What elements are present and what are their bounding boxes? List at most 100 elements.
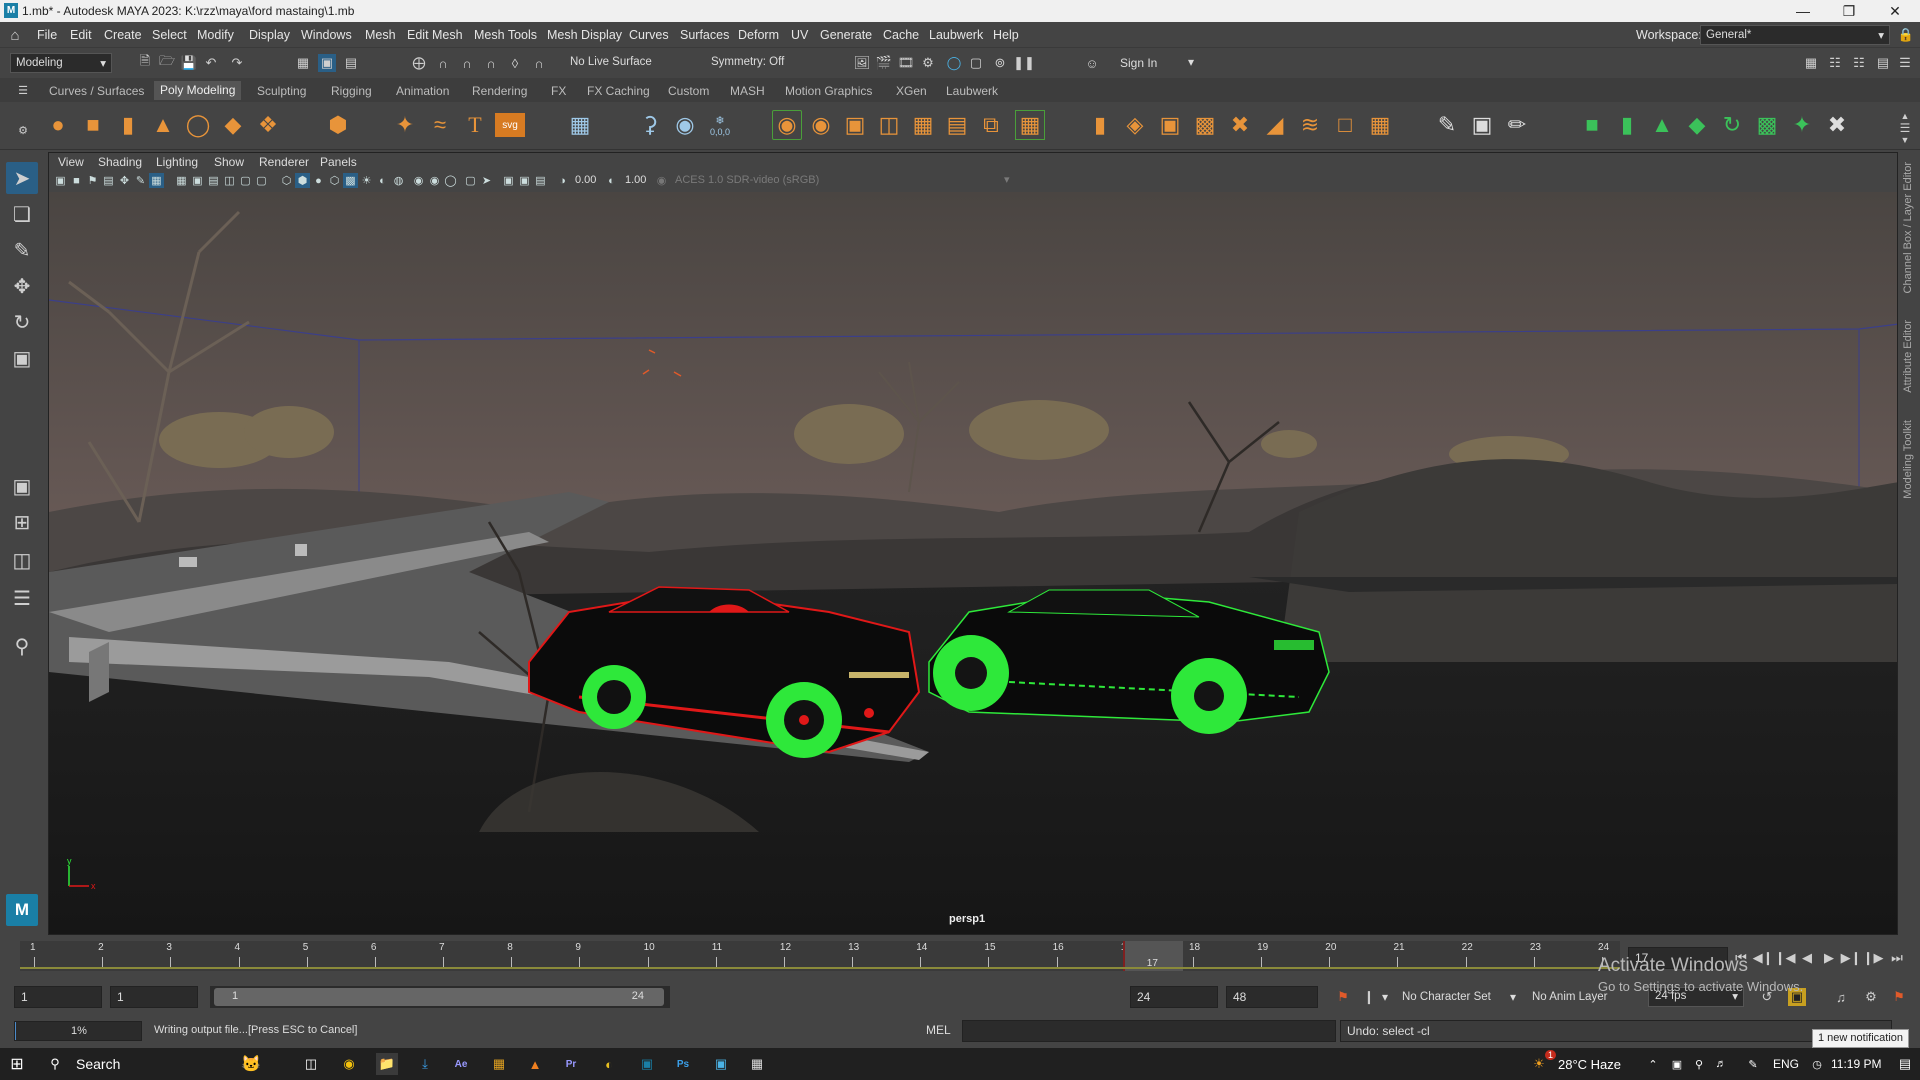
snap-surface-icon[interactable]: ◊ bbox=[506, 54, 524, 72]
wireframe-icon[interactable]: ⬡ bbox=[279, 173, 294, 188]
uv-transform-icon[interactable]: ❄ 0,0,0 bbox=[705, 110, 735, 140]
bevel-icon[interactable]: ◈ bbox=[1120, 110, 1150, 140]
restore-icon[interactable]: ❐ bbox=[1826, 0, 1872, 22]
menu-select[interactable]: Select bbox=[152, 28, 187, 42]
menu-laubwerk[interactable]: Laubwerk bbox=[929, 28, 983, 42]
safe-title-icon[interactable]: ▢ bbox=[254, 173, 269, 188]
platonic-solid-icon[interactable]: ⬢ bbox=[323, 110, 353, 140]
close-icon[interactable]: ✕ bbox=[1872, 0, 1918, 22]
user-icon[interactable]: ☺ bbox=[1083, 54, 1101, 72]
cleanup-icon[interactable]: ▮ bbox=[1612, 110, 1642, 140]
select-hierarchy-icon[interactable]: ▦ bbox=[294, 54, 312, 72]
playback-start-field[interactable]: 1 bbox=[110, 986, 198, 1008]
menu-mesh[interactable]: Mesh bbox=[365, 28, 396, 42]
arnold-render-icon[interactable]: ▢ bbox=[967, 54, 985, 72]
menu-display[interactable]: Display bbox=[249, 28, 290, 42]
select-camera-icon[interactable]: ▣ bbox=[53, 173, 68, 188]
poly-torus-icon[interactable]: ◯ bbox=[183, 110, 213, 140]
field-chart-icon[interactable]: ◫ bbox=[222, 173, 237, 188]
poly-plane-icon[interactable]: ◆ bbox=[218, 110, 248, 140]
retopologize-icon[interactable]: ↻ bbox=[1717, 110, 1747, 140]
separate-icon[interactable]: ◉ bbox=[806, 110, 836, 140]
modeling-toolkit-icon[interactable]: ▦ bbox=[1802, 54, 1820, 72]
grid-toggle-icon[interactable]: ▦ bbox=[149, 173, 164, 188]
anti-aliasing-icon[interactable]: ◉ bbox=[427, 173, 442, 188]
triangulate-icon[interactable]: ▲ bbox=[1647, 110, 1677, 140]
default-material-icon[interactable]: ● bbox=[311, 173, 326, 188]
single-perspective-layout-icon[interactable]: ▣ bbox=[6, 470, 38, 502]
super-shape-icon[interactable]: ✦ bbox=[390, 110, 420, 140]
notification-center-icon[interactable]: ▤ bbox=[1894, 1053, 1916, 1075]
ipr-render-icon[interactable]: 🎞 bbox=[897, 54, 915, 72]
auto-key-icon[interactable]: ⚑ bbox=[1334, 988, 1352, 1006]
menu-edit[interactable]: Edit bbox=[70, 28, 92, 42]
menu-edit-mesh[interactable]: Edit Mesh bbox=[407, 28, 463, 42]
fill-hole-icon[interactable]: ▩ bbox=[1190, 110, 1220, 140]
character-set-dropdown[interactable]: No Character Set bbox=[1402, 991, 1491, 1003]
depth-of-field-icon[interactable]: ◯ bbox=[443, 173, 458, 188]
mirror-icon[interactable]: ⧉ bbox=[976, 110, 1006, 140]
file-explorer-icon[interactable]: 📁 bbox=[376, 1053, 398, 1075]
poly-sphere-icon[interactable]: ● bbox=[43, 110, 73, 140]
viewport-menu-view[interactable]: View bbox=[58, 155, 84, 169]
vlc-icon[interactable]: ▲ bbox=[524, 1053, 546, 1075]
script-language-toggle[interactable]: MEL bbox=[926, 1023, 951, 1037]
select-component-icon[interactable]: ▤ bbox=[342, 54, 360, 72]
uv-editor-icon[interactable]: ⚳ bbox=[635, 110, 665, 140]
lasso-tool-icon[interactable]: ❏ bbox=[6, 198, 38, 230]
conform-icon[interactable]: ✦ bbox=[1787, 110, 1817, 140]
anim-layer-dropdown[interactable]: No Anim Layer bbox=[1532, 991, 1607, 1003]
menu-cache[interactable]: Cache bbox=[883, 28, 919, 42]
menu-generate[interactable]: Generate bbox=[820, 28, 872, 42]
maya-taskbar-icon[interactable]: ▣ bbox=[636, 1053, 658, 1075]
grease-pencil-icon[interactable]: ✎ bbox=[133, 173, 148, 188]
poly-cube-icon[interactable]: ■ bbox=[78, 110, 108, 140]
save-scene-icon[interactable]: 💾 bbox=[180, 54, 198, 72]
uv-project-icon[interactable]: ◉ bbox=[670, 110, 700, 140]
windows-start-icon[interactable]: ⊞ bbox=[6, 1053, 28, 1075]
pen-icon[interactable]: ✎ bbox=[1742, 1053, 1764, 1075]
wedge-icon[interactable]: ▦ bbox=[1365, 110, 1395, 140]
reduce-icon[interactable]: ■ bbox=[1577, 110, 1607, 140]
two-pane-layout-icon[interactable]: ◫ bbox=[6, 544, 38, 576]
move-tool-icon[interactable]: ✥ bbox=[6, 270, 38, 302]
key-options-icon[interactable]: ❙ bbox=[1360, 988, 1378, 1006]
tab-motion-graphics[interactable]: Motion Graphics bbox=[785, 84, 872, 98]
tab-poly-modeling[interactable]: Poly Modeling bbox=[154, 81, 242, 100]
network-icon[interactable]: ⚲ bbox=[1688, 1053, 1710, 1075]
shadows-icon[interactable]: ◐ bbox=[375, 173, 390, 188]
motion-blur-icon[interactable]: ◉ bbox=[411, 173, 426, 188]
combine-icon[interactable]: ◉ bbox=[772, 110, 802, 140]
taskbar-search[interactable]: Search bbox=[76, 1056, 120, 1072]
render-sequence-icon[interactable]: ⊚ bbox=[991, 54, 1009, 72]
chevron-down-icon[interactable]: ▾ bbox=[1188, 55, 1194, 69]
clock-icon[interactable]: ◷ bbox=[1806, 1053, 1828, 1075]
menu-mesh-tools[interactable]: Mesh Tools bbox=[474, 28, 537, 42]
svg-tool-icon[interactable]: svg bbox=[495, 113, 525, 137]
range-slider-track[interactable]: 1 24 bbox=[210, 986, 670, 1008]
after-effects-icon[interactable]: Ae bbox=[450, 1053, 472, 1075]
textured-icon[interactable]: ▩ bbox=[343, 173, 358, 188]
search-icon[interactable]: ⚲ bbox=[44, 1053, 66, 1075]
open-scene-icon[interactable]: 🗁 bbox=[158, 53, 176, 72]
sign-in-label[interactable]: Sign In bbox=[1120, 56, 1157, 70]
rotate-tool-icon[interactable]: ↻ bbox=[6, 306, 38, 338]
go-to-end-icon[interactable]: ⏭ bbox=[1888, 949, 1906, 967]
undo-icon[interactable]: ↶ bbox=[202, 54, 220, 72]
four-view-layout-icon[interactable]: ⊞ bbox=[6, 506, 38, 538]
scene-start-field[interactable]: 1 bbox=[14, 986, 102, 1008]
tab-custom[interactable]: Custom bbox=[668, 84, 709, 98]
smooth-icon[interactable]: ▣ bbox=[840, 110, 870, 140]
menu-windows[interactable]: Windows bbox=[301, 28, 352, 42]
bridge-edge-icon[interactable]: ▣ bbox=[1155, 110, 1185, 140]
sweep-mesh-icon[interactable]: ≈ bbox=[425, 110, 455, 140]
step-forward-key-icon[interactable]: ▶❙ bbox=[1841, 949, 1862, 967]
menu-curves[interactable]: Curves bbox=[629, 28, 669, 42]
download-manager-icon[interactable]: ⤓ bbox=[414, 1053, 436, 1075]
workspace-dropdown[interactable]: General* ▾ bbox=[1700, 25, 1890, 45]
language-indicator[interactable]: ENG bbox=[1773, 1057, 1799, 1071]
smooth-shade-icon[interactable]: ⬢ bbox=[295, 173, 310, 188]
modeling-toolkit-tab[interactable]: Modeling Toolkit bbox=[1902, 420, 1914, 499]
render-view-icon[interactable]: 🖼 bbox=[853, 54, 871, 72]
viewport-menu-lighting[interactable]: Lighting bbox=[156, 155, 198, 169]
